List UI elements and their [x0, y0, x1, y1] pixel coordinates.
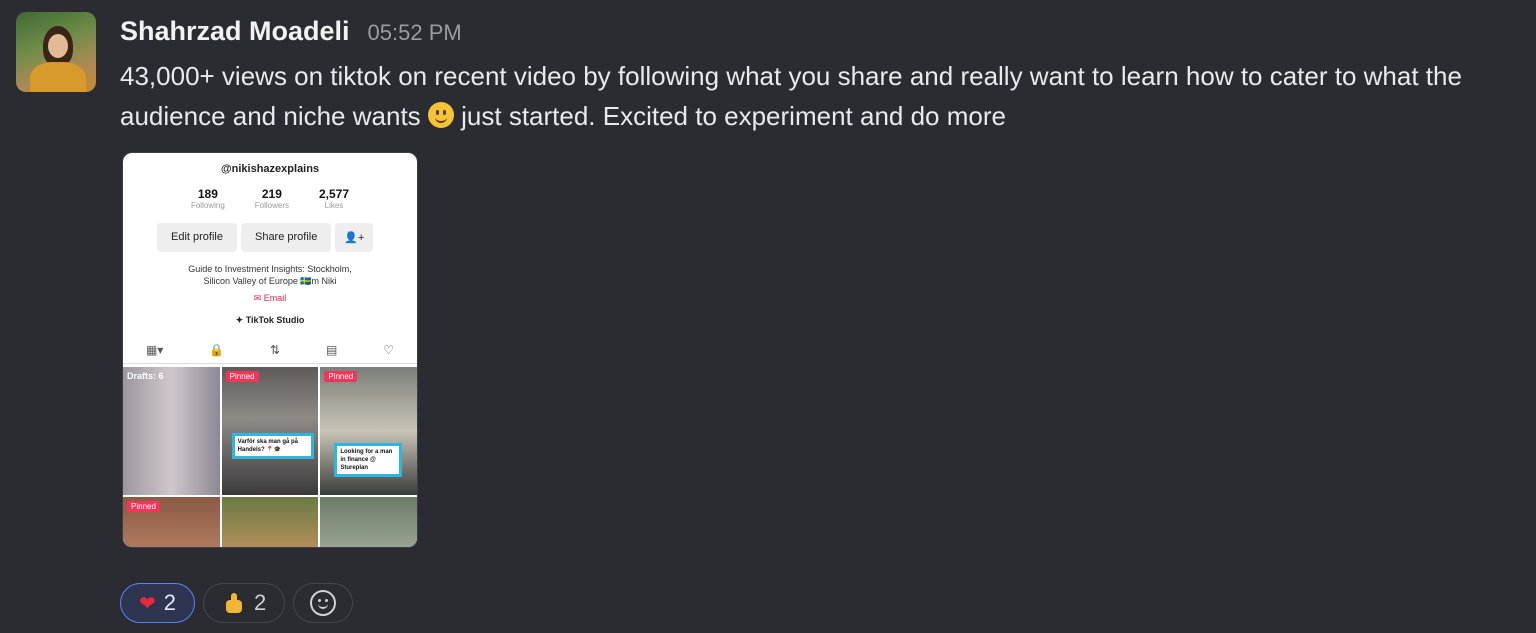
- pinned-badge: Pinned: [225, 371, 259, 382]
- avatar-face: [48, 34, 68, 58]
- stat-following: 189 Following: [191, 187, 225, 210]
- stat-value: 219: [261, 187, 282, 201]
- stat-value: 189: [197, 187, 218, 201]
- add-reaction-button[interactable]: [293, 583, 354, 623]
- profile-buttons: Edit profile Share profile 👤+: [157, 223, 374, 252]
- tiktok-handle: @nikishazexplains: [220, 163, 320, 175]
- edit-profile-button: Edit profile: [157, 223, 237, 252]
- repost-icon: ⇅: [270, 343, 281, 357]
- video-thumbnail: Pinned Looking for a man in finance @ St…: [320, 367, 417, 495]
- video-thumbnail: [221, 497, 319, 547]
- stat-label: Following: [190, 201, 225, 210]
- reactions-bar: ❤ 2 2: [120, 583, 354, 623]
- reaction-count: 2: [163, 590, 177, 615]
- author-name[interactable]: Shahrzad Moadeli: [120, 16, 350, 47]
- profile-bio: Guide to Investment Insights: Stockholm,…: [123, 263, 417, 287]
- video-thumbnail: Drafts: 6: [123, 367, 220, 495]
- video-thumbnail: [320, 497, 417, 547]
- saved-icon: ▤: [326, 343, 338, 357]
- heart-icon: ❤: [139, 592, 156, 615]
- video-caption: Looking for a man in finance @ Stureplan: [334, 443, 403, 477]
- video-grid: Drafts: 6 Pinned Varför ska man gå på Ha…: [123, 367, 417, 547]
- liked-icon: ♡: [383, 343, 394, 357]
- stat-label: Followers: [254, 201, 289, 210]
- slightly-smiling-face-icon: [427, 102, 454, 128]
- video-thumbnail: Pinned Varför ska man gå på Handels? 📍🎓: [221, 367, 319, 495]
- profile-tabs: ▦▾ 🔒 ⇅ ▤ ♡: [123, 343, 417, 364]
- tiktok-studio-link: ✦ TikTok Studio: [235, 315, 305, 325]
- reaction-heart[interactable]: ❤ 2: [120, 583, 196, 623]
- message-body: 43,000+ views on tiktok on recent video …: [120, 56, 1520, 136]
- message-header: Shahrzad Moadeli 05:52 PM: [120, 16, 462, 47]
- message-timestamp[interactable]: 05:52 PM: [368, 20, 462, 46]
- avatar-body: [30, 62, 86, 92]
- share-profile-button: Share profile: [240, 223, 332, 252]
- reaction-count: 2: [254, 590, 267, 615]
- stat-label: Likes: [324, 201, 344, 210]
- thumbs-up-icon: [222, 592, 246, 614]
- profile-stats: 189 Following 219 Followers 2,577 Likes: [123, 187, 417, 210]
- grid-icon: ▦▾: [145, 343, 164, 357]
- pinned-badge: Pinned: [127, 501, 160, 512]
- email-link: ✉ Email: [253, 293, 287, 303]
- email-label: Email: [263, 293, 287, 303]
- stat-likes: 2,577 Likes: [319, 187, 349, 210]
- image-attachment[interactable]: @nikishazexplains 189 Following 219 Foll…: [122, 152, 418, 548]
- stat-followers: 219 Followers: [255, 187, 289, 210]
- video-caption: Varför ska man gå på Handels? 📍🎓: [231, 433, 314, 459]
- reaction-thumbs-up[interactable]: 2: [203, 583, 286, 623]
- pinned-badge: Pinned: [324, 371, 358, 382]
- bio-line: Silicon Valley of Europe 🇸🇪m Niki: [203, 276, 337, 286]
- author-avatar[interactable]: [16, 12, 96, 92]
- video-thumbnail: Pinned: [123, 497, 220, 547]
- bio-line: Guide to Investment Insights: Stockholm,: [188, 264, 352, 274]
- lock-icon: 🔒: [209, 343, 225, 357]
- smiley-icon: [310, 590, 337, 616]
- stat-value: 2,577: [319, 187, 350, 201]
- drafts-label: Drafts: 6: [127, 371, 164, 381]
- studio-label: TikTok Studio: [245, 315, 305, 325]
- message-text-part2: just started. Excited to experiment and …: [453, 101, 1006, 131]
- add-friend-icon: 👤+: [335, 223, 374, 252]
